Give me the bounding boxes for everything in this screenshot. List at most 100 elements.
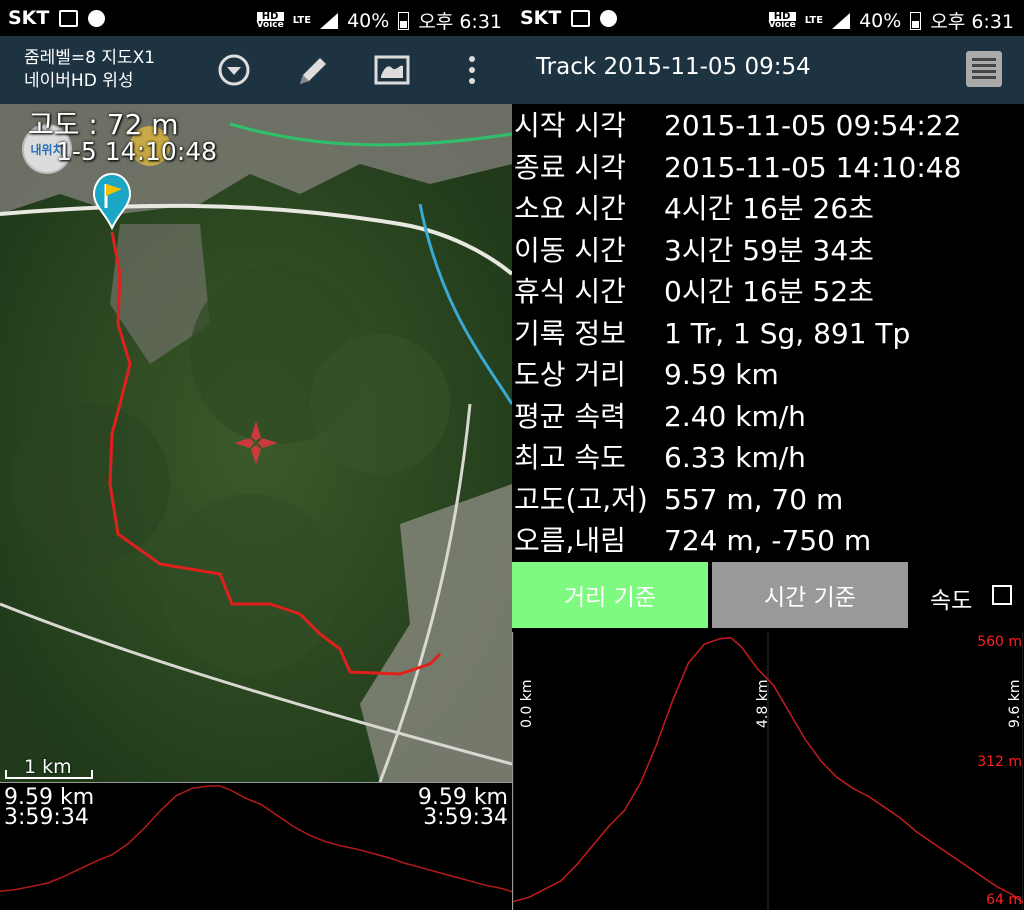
stat-value: 0시간 16분 52초 <box>664 275 874 308</box>
elevation-point <box>687 662 690 664</box>
time-basis-button[interactable]: 시간 기준 <box>712 562 908 628</box>
elevation-point <box>671 700 674 703</box>
x-tick-label: 9.6 km <box>1007 679 1023 728</box>
elevation-point <box>995 885 998 888</box>
elevation-point <box>576 863 578 866</box>
elevation-point <box>804 738 806 741</box>
list-menu-icon[interactable] <box>966 51 1002 87</box>
track-title: Track 2015-11-05 09:54 <box>536 54 811 80</box>
map-image-icon[interactable] <box>372 50 412 90</box>
profile-left-time: 3:59:34 <box>4 805 89 830</box>
status-bar: SKT HD Voice LTE 40% 오후 6:31 <box>512 0 1024 36</box>
elevation-point <box>931 842 934 844</box>
stat-row: 휴식 시간 0시간 16분 52초 <box>512 272 1024 312</box>
stat-row: 오름,내림 724 m, -750 m <box>512 521 1024 561</box>
stat-value: 2.40 km/h <box>664 399 806 433</box>
clock: 오후 6:31 <box>418 11 502 33</box>
hd-voice-icon: HD Voice <box>768 10 796 30</box>
elevation-chart[interactable]: 560 m 312 m 64 m 0.0 km 4.8 km 9.6 km <box>512 632 1024 910</box>
stat-label: 시작 시각 <box>514 109 626 142</box>
elevation-point <box>916 831 918 833</box>
elevation-point <box>719 637 721 640</box>
elevation-point <box>756 667 759 670</box>
stat-value: 3시간 59분 34초 <box>664 233 874 267</box>
elevation-point <box>772 684 775 686</box>
elevation-point <box>544 888 546 890</box>
image-notification-icon <box>59 9 79 27</box>
elevation-mini-profile[interactable]: 9.59 km 3:59:34 9.59 km 3:59:34 <box>0 782 512 910</box>
zoom-level: 줌레벨=8 지도X1 <box>24 48 156 68</box>
elevation-point <box>868 795 870 798</box>
app-notification-icon <box>88 9 106 27</box>
elevation-point <box>820 760 822 762</box>
elevation-point <box>607 825 610 828</box>
stat-value: 1 Tr, 1 Sg, 891 Tp <box>664 316 911 350</box>
lte-icon: LTE <box>292 15 312 26</box>
elevation-point <box>528 896 530 899</box>
stat-label: 오름,내림 <box>514 524 626 557</box>
stat-label: 기록 정보 <box>514 316 626 350</box>
elevation-point <box>947 852 950 855</box>
altitude-overlay: 고도 : 72 m <box>28 108 179 141</box>
stat-value: 9.59 km <box>664 358 779 391</box>
y-tick-label: 64 m <box>986 892 1022 908</box>
y-tick-label: 560 m <box>977 634 1022 650</box>
map-scale: 1 km <box>4 756 93 780</box>
time-overlay: 1-5 14:10:48 <box>56 137 218 166</box>
elevation-chart-svg <box>513 632 1023 910</box>
battery-percent: 40% <box>347 9 390 32</box>
elevation-point <box>655 744 658 746</box>
stat-value: 2015-11-05 09:54:22 <box>664 109 962 142</box>
stat-label: 소요 시간 <box>514 192 626 225</box>
stat-row: 기록 정보 1 Tr, 1 Sg, 891 Tp <box>512 314 1024 354</box>
stat-row: 도상 거리 9.59 km <box>512 355 1024 395</box>
distance-basis-button[interactable]: 거리 기준 <box>512 562 708 628</box>
stat-row: 최고 속도 6.33 km/h <box>512 438 1024 478</box>
stat-label: 고도(고,저) <box>514 482 648 516</box>
satellite-map[interactable] <box>0 104 512 782</box>
x-tick-label: 4.8 km <box>755 679 771 728</box>
elevation-point <box>730 636 732 639</box>
clock: 오후 6:31 <box>930 11 1014 33</box>
pencil-icon[interactable] <box>292 50 332 90</box>
track-toolbar: Track 2015-11-05 09:54 <box>512 36 1024 104</box>
zoom-info[interactable]: 줌레벨=8 지도X1 네이버HD 위성 <box>24 47 155 93</box>
elevation-point <box>560 880 562 882</box>
elevation-point <box>788 711 791 713</box>
stat-label: 종료 시각 <box>514 150 626 184</box>
stat-label: 이동 시간 <box>514 233 626 267</box>
profile-right-time: 3:59:34 <box>423 805 508 830</box>
app-notification-icon <box>600 9 618 27</box>
battery-icon <box>910 11 922 30</box>
map-panel: SKT HD Voice LTE 40% 오후 6:31 줌레벨=8 지도X1 네… <box>0 0 512 910</box>
stat-row: 평균 속력 2.40 km/h <box>512 397 1024 437</box>
stat-row: 이동 시간 3시간 59분 34초 <box>512 231 1024 271</box>
stat-row: 소요 시간 4시간 16분 26초 <box>512 189 1024 229</box>
y-tick-label: 312 m <box>977 754 1022 770</box>
stat-value: 557 m, 70 m <box>664 482 844 516</box>
elevation-point <box>979 874 982 877</box>
track-detail-panel: SKT HD Voice LTE 40% 오후 6:31 Track 2015-1… <box>512 0 1024 910</box>
dropdown-circle-icon[interactable] <box>214 50 254 90</box>
stat-row: 시작 시각 2015-11-05 09:54:22 <box>512 106 1024 146</box>
battery-icon <box>398 11 410 30</box>
speed-label: 속도 <box>930 588 973 614</box>
lte-icon: LTE <box>804 15 824 26</box>
elevation-point <box>703 643 706 645</box>
elevation-point <box>591 844 594 847</box>
map-canvas <box>0 104 512 782</box>
status-bar: SKT HD Voice LTE 40% 오후 6:31 <box>0 0 512 36</box>
elevation-point <box>836 776 838 779</box>
battery-percent: 40% <box>859 9 902 32</box>
stat-row: 고도(고,저) 557 m, 70 m <box>512 480 1024 520</box>
signal-icon <box>832 12 851 29</box>
stat-label: 도상 거리 <box>514 358 626 391</box>
image-notification-icon <box>571 9 591 27</box>
overflow-menu-icon[interactable] <box>452 50 492 90</box>
hd-voice-icon: HD Voice <box>256 10 284 30</box>
stat-value: 4시간 16분 26초 <box>664 192 874 225</box>
map-toolbar: 줌레벨=8 지도X1 네이버HD 위성 <box>0 36 512 104</box>
speed-checkbox[interactable] <box>992 585 1012 605</box>
map-type: 네이버HD 위성 <box>24 71 134 91</box>
elevation-point <box>900 817 902 820</box>
